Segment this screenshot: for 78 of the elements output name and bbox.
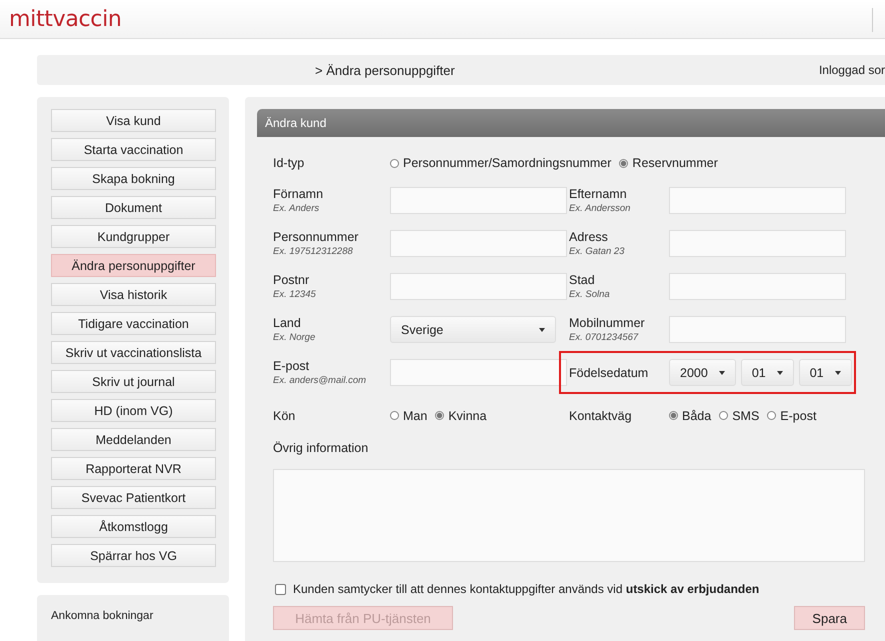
checkbox[interactable]	[275, 584, 286, 594]
radio-label: Reservnummer	[632, 156, 718, 170]
radio-button[interactable]	[390, 158, 399, 168]
field-label: Stad	[569, 273, 596, 287]
field-label: E-post	[273, 359, 310, 373]
field-label: Övrig information	[273, 441, 370, 455]
field-hint: Ex. Solna	[569, 289, 611, 300]
sidebar-button[interactable]: Åtkomstlogg	[51, 515, 216, 538]
caret-icon	[718, 370, 725, 374]
radio-button[interactable]	[669, 411, 678, 420]
radio-label: Personnummer/Samordningsnummer	[403, 156, 612, 170]
input-field[interactable]	[390, 359, 567, 386]
field-label: Postnr	[273, 273, 310, 287]
field-hint: Ex. Norge	[273, 332, 316, 343]
field-hint: Ex. Gatan 23	[569, 246, 626, 257]
input-field[interactable]	[390, 273, 567, 300]
sidebar-button[interactable]: HD (inom VG)	[51, 399, 216, 422]
logged-in-text: Inloggad sor	[818, 63, 885, 77]
sidebar-button[interactable]: Kundgrupper	[51, 225, 216, 248]
radio-label: Kvinna	[448, 408, 487, 422]
input-field[interactable]	[669, 187, 846, 214]
input-field[interactable]	[390, 187, 567, 214]
radio-label: SMS	[732, 408, 760, 422]
field-hint: Ex. 12345	[273, 289, 317, 300]
radio-button[interactable]	[390, 411, 399, 420]
sidebar-button[interactable]: Ändra personuppgifter	[51, 254, 216, 277]
bookings-title: Ankomna bokningar	[51, 610, 154, 622]
sidebar-button[interactable]: Skapa bokning	[51, 167, 216, 190]
field-label: Id-typ	[273, 156, 306, 170]
radio-button[interactable]	[619, 158, 628, 168]
sidebar-button[interactable]: Visa historik	[51, 283, 216, 306]
form-button[interactable]: Spara	[794, 606, 865, 630]
input-field[interactable]	[669, 273, 846, 300]
logo[interactable]: mittvaccin	[9, 6, 122, 32]
field-label: Efternamn	[569, 187, 628, 201]
field-label: Mobilnummer	[569, 316, 646, 330]
sidebar-button[interactable]: Meddelanden	[51, 428, 216, 451]
notes-field[interactable]	[273, 469, 865, 562]
sidebar-button[interactable]: Tidigare vaccination	[51, 312, 216, 335]
sidebar-button[interactable]: Starta vaccination	[51, 138, 216, 161]
field-label: Adress	[569, 230, 609, 244]
field-label: Land	[273, 316, 302, 330]
sidebar-button[interactable]: Svevac Patientkort	[51, 486, 216, 509]
caret-icon	[539, 328, 545, 332]
input-field[interactable]	[669, 230, 846, 257]
field-hint: Ex. Anders	[273, 203, 320, 214]
radio-button[interactable]	[435, 411, 444, 420]
field-hint: Ex. anders@mail.com	[273, 375, 368, 386]
form-title: Ändra kund	[265, 116, 326, 130]
date-select[interactable]: 01	[740, 359, 794, 386]
date-select[interactable]: 2000	[669, 359, 736, 386]
radio-label: E-post	[780, 408, 816, 422]
sidebar-button[interactable]: Dokument	[51, 196, 216, 219]
caret-icon	[776, 370, 783, 374]
country-select[interactable]: Sverige	[390, 316, 556, 343]
consent-text: Kunden samtycker till att dennes kontaktuppgifter används vid utskick av erbjudanden	[293, 582, 760, 596]
radio-label: Man	[403, 408, 428, 422]
field-hint: Ex. Andersson	[569, 203, 632, 214]
caret-icon	[834, 370, 841, 374]
field-label: Kön	[273, 408, 296, 422]
sidebar-button[interactable]: Spärrar hos VG	[51, 544, 216, 567]
field-label: Kontaktväg	[569, 408, 633, 422]
field-label: Födelsedatum	[569, 366, 650, 380]
field-hint: Ex. 0701234567	[569, 332, 640, 343]
field-label: Förnamn	[273, 187, 324, 201]
sidebar-button[interactable]: Visa kund	[51, 109, 216, 132]
input-field[interactable]	[669, 316, 846, 343]
field-label: Personnummer	[273, 230, 360, 244]
sidebar-button[interactable]: Skriv ut vaccinationslista	[51, 341, 216, 364]
radio-button[interactable]	[719, 411, 728, 420]
date-select[interactable]: 01	[798, 359, 852, 386]
sidebar-button[interactable]: Rapporterat NVR	[51, 457, 216, 480]
input-field[interactable]	[390, 230, 567, 257]
breadcrumb: > Ändra personuppgifter	[315, 62, 455, 78]
sidebar-button[interactable]: Skriv ut journal	[51, 370, 216, 393]
field-hint: Ex. 197512312288	[273, 246, 354, 257]
radio-button[interactable]	[767, 411, 776, 420]
radio-label: Båda	[682, 408, 712, 422]
